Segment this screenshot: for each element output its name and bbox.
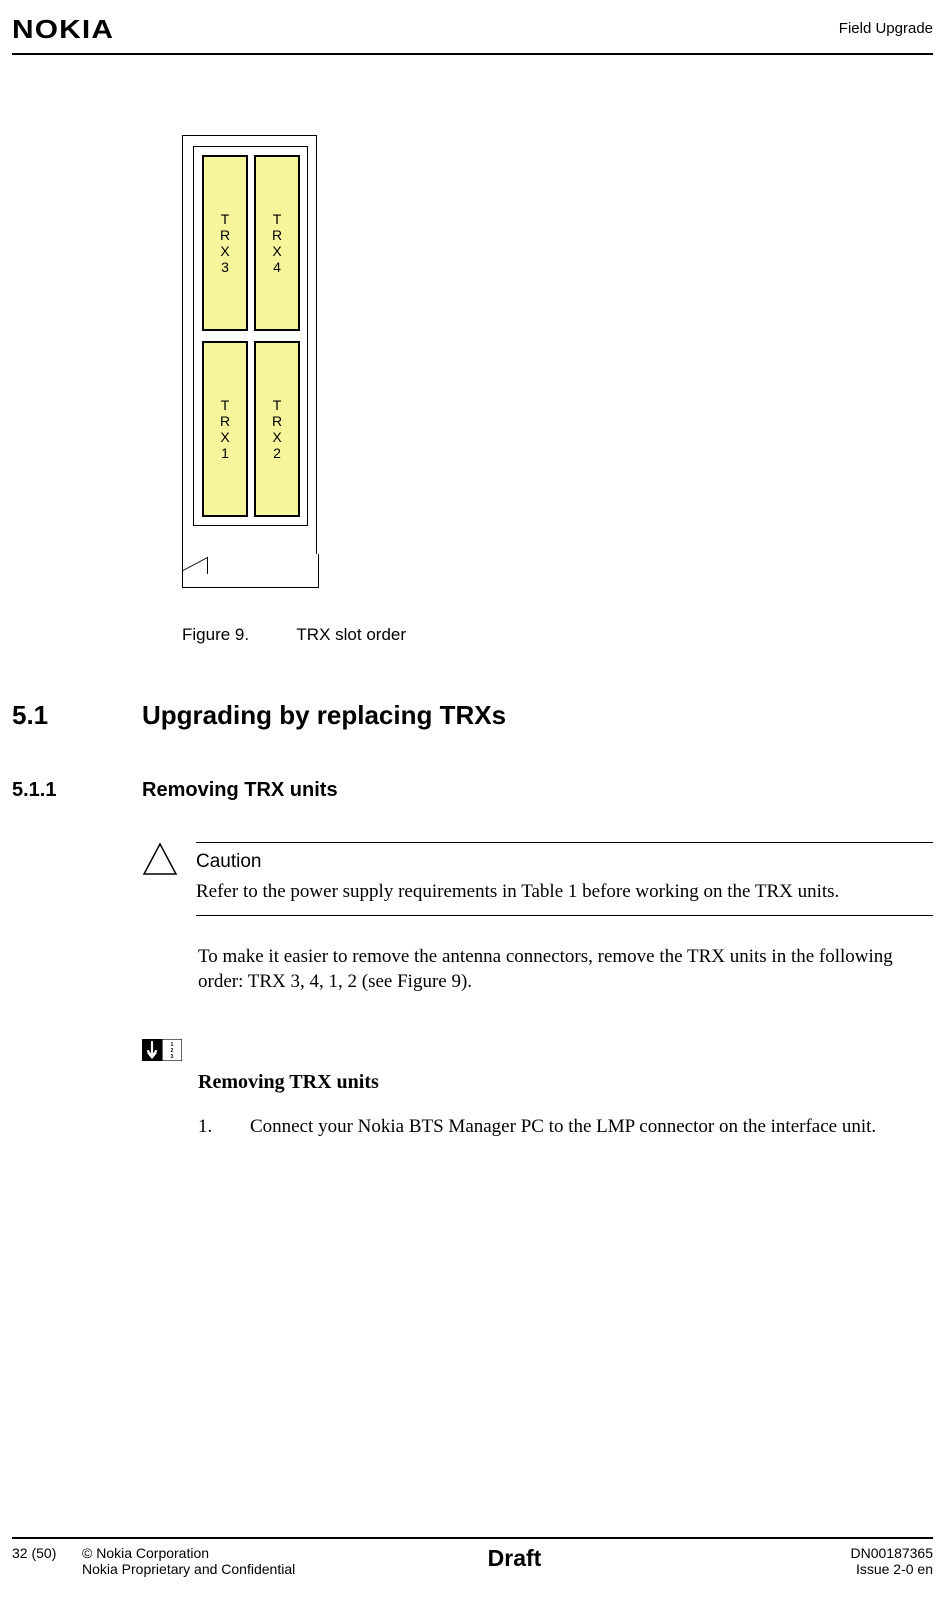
page-footer: 32 (50) © Nokia Corporation Nokia Propri…	[12, 1537, 933, 1577]
trx-slot-2: T R X 2	[254, 341, 300, 517]
svg-text:3: 3	[171, 1054, 174, 1060]
page-header: NOKIA Field Upgrade	[0, 0, 945, 53]
trx-inner: T R X 3 T R X 4 T R X 1 T R X 2	[193, 146, 308, 526]
caution-text: Refer to the power supply requirements i…	[196, 879, 933, 905]
nokia-logo: NOKIA	[12, 14, 114, 45]
procedure-step: 1. Connect your Nokia BTS Manager PC to …	[198, 1114, 933, 1140]
subsection-number: 5.1.1	[12, 779, 142, 802]
step-number: 1.	[198, 1114, 250, 1140]
trx-slot-4-label: T R X 4	[272, 211, 282, 275]
copyright: © Nokia Corporation	[82, 1545, 375, 1561]
caution-title: Caution	[196, 851, 933, 873]
figure-title: TRX slot order	[296, 625, 406, 644]
proprietary-notice: Nokia Proprietary and Confidential	[82, 1561, 375, 1577]
figure-caption: Figure 9. TRX slot order	[182, 625, 933, 645]
caution-icon	[142, 842, 178, 916]
issue-number: Issue 2-0 en	[654, 1561, 933, 1577]
figure-9: T R X 3 T R X 4 T R X 1 T R X 2 Figure 9…	[182, 135, 933, 645]
figure-label: Figure 9.	[182, 625, 292, 645]
draft-watermark: Draft	[488, 1545, 542, 1571]
subsection-title: Removing TRX units	[142, 779, 338, 802]
step-text: Connect your Nokia BTS Manager PC to the…	[250, 1114, 876, 1140]
trx-slot-2-label: T R X 2	[272, 397, 282, 461]
section-number: 5.1	[12, 700, 142, 731]
procedure-icon: 1 2 3	[142, 1039, 182, 1061]
header-section-name: Field Upgrade	[839, 14, 933, 37]
caution-content: Caution Refer to the power supply requir…	[196, 842, 933, 916]
trx-slot-3: T R X 3	[202, 155, 248, 331]
trx-slot-1: T R X 1	[202, 341, 248, 517]
header-rule	[12, 53, 933, 55]
page-number: 32 (50)	[12, 1545, 82, 1577]
cabinet-foot	[182, 554, 319, 588]
section-title: Upgrading by replacing TRXs	[142, 700, 506, 731]
section-5-1: 5.1 Upgrading by replacing TRXs	[12, 700, 933, 731]
trx-slot-4: T R X 4	[254, 155, 300, 331]
procedure-block: 1 2 3 Removing TRX units 1. Connect your…	[142, 1039, 933, 1140]
trx-slot-3-label: T R X 3	[220, 211, 230, 275]
procedure-heading: Removing TRX units	[198, 1071, 933, 1094]
caution-block: Caution Refer to the power supply requir…	[142, 842, 933, 916]
trx-cabinet: T R X 3 T R X 4 T R X 1 T R X 2	[182, 135, 317, 555]
subsection-5-1-1: 5.1.1 Removing TRX units	[12, 779, 933, 802]
footer-rule	[12, 1537, 933, 1539]
document-number: DN00187365	[654, 1545, 933, 1561]
body-paragraph: To make it easier to remove the antenna …	[198, 944, 933, 995]
trx-slot-1-label: T R X 1	[220, 397, 230, 461]
